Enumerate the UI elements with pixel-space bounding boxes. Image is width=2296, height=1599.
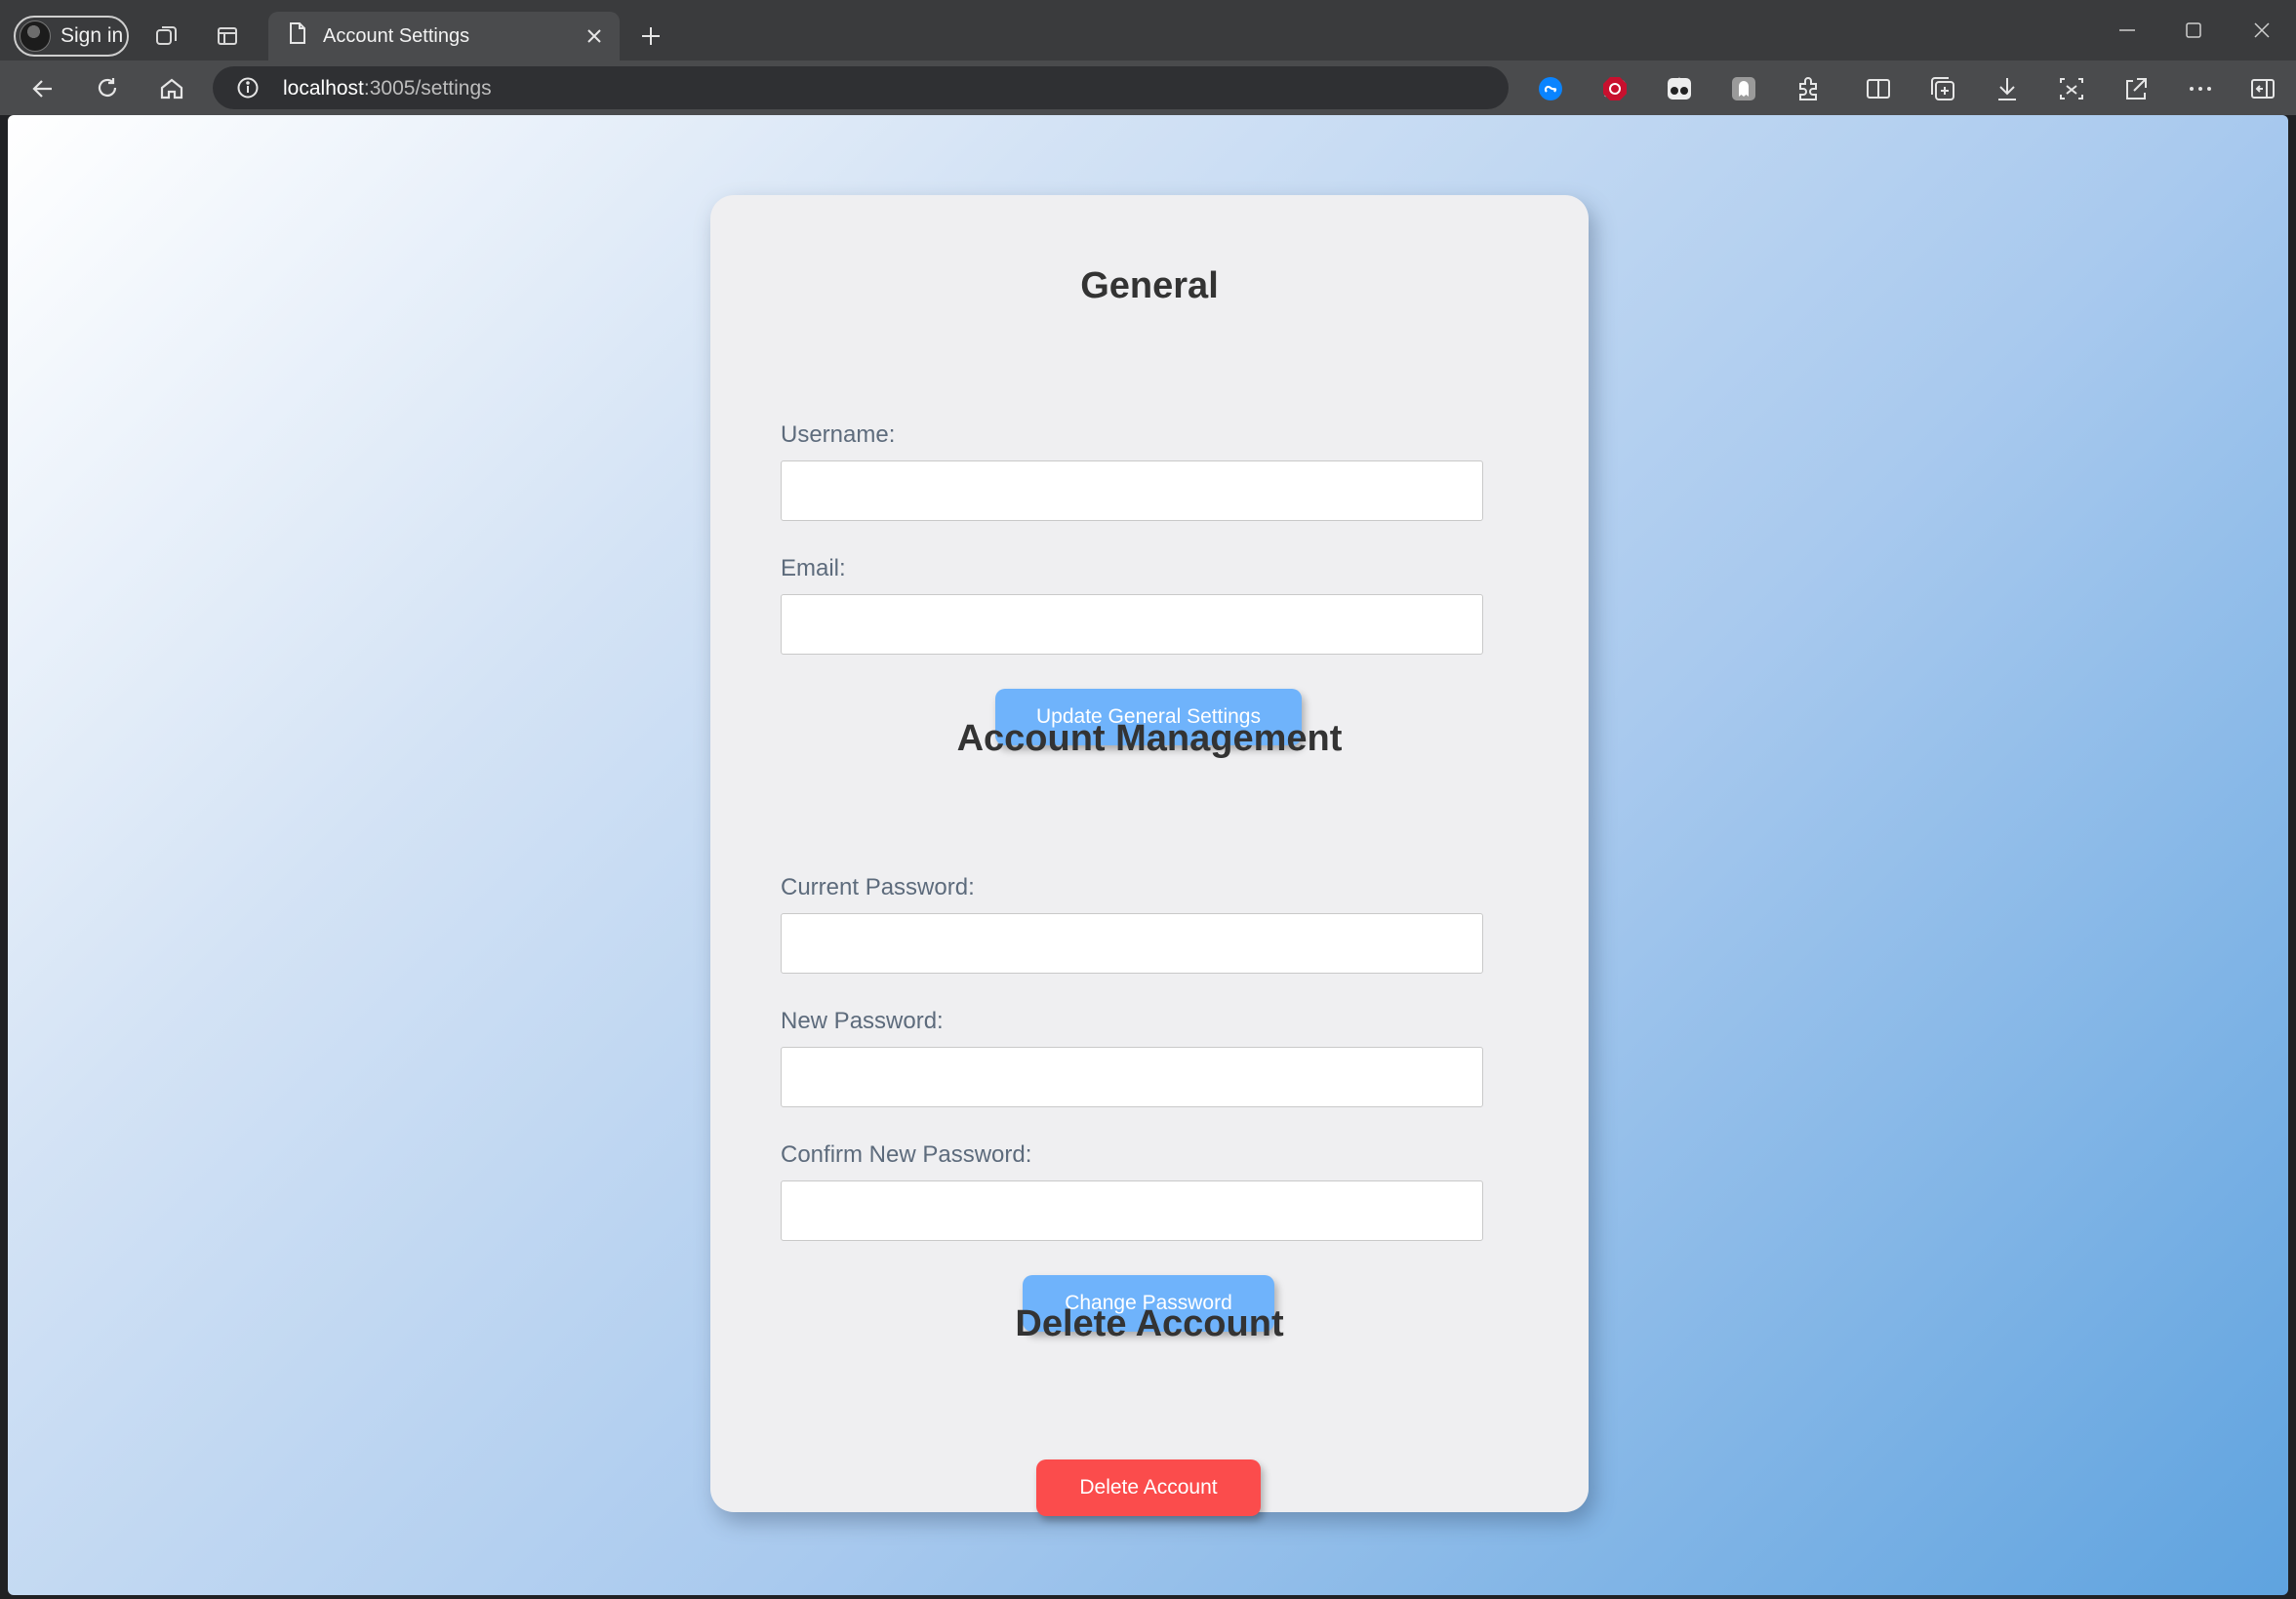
refresh-icon[interactable] xyxy=(92,73,123,104)
delete-account-button[interactable]: Delete Account xyxy=(1036,1459,1261,1516)
more-icon[interactable] xyxy=(2186,74,2215,103)
username-input[interactable] xyxy=(781,460,1483,521)
back-icon[interactable] xyxy=(27,73,59,104)
avatar xyxy=(20,20,51,52)
ghostery-extension-icon[interactable] xyxy=(1729,74,1758,103)
current-password-label: Current Password: xyxy=(781,874,975,900)
url-host: localhost xyxy=(283,77,364,100)
page-icon xyxy=(288,21,307,51)
page-viewport: General Username: Email: Update General … xyxy=(8,115,2288,1595)
new-password-label: New Password: xyxy=(781,1008,944,1034)
share-icon[interactable] xyxy=(2121,74,2151,103)
profile-label: Sign in xyxy=(60,24,124,47)
url-text: localhost:3005/settings xyxy=(283,77,492,100)
confirm-password-label: Confirm New Password: xyxy=(781,1141,1032,1168)
split-screen-icon[interactable] xyxy=(1864,74,1893,103)
username-label: Username: xyxy=(781,421,896,448)
general-heading: General xyxy=(1080,265,1219,306)
home-icon[interactable] xyxy=(156,73,187,104)
downloads-icon[interactable] xyxy=(1993,74,2022,103)
url-path: :3005/settings xyxy=(363,77,492,100)
browser-toolbar: localhost:3005/settings xyxy=(0,60,2296,115)
close-icon[interactable] xyxy=(583,24,606,48)
account-management-heading: Account Management xyxy=(956,718,1343,759)
shazam-extension-icon[interactable] xyxy=(1536,74,1565,103)
settings-card: General Username: Email: Update General … xyxy=(710,195,1589,1516)
email-input[interactable] xyxy=(781,594,1483,655)
sidebar-icon[interactable] xyxy=(2248,74,2277,103)
tab-account-settings[interactable]: Account Settings xyxy=(268,12,620,60)
address-bar[interactable]: localhost:3005/settings xyxy=(213,66,1692,109)
confirm-password-input[interactable] xyxy=(781,1180,1483,1241)
window-close-icon[interactable] xyxy=(2242,16,2281,45)
screenshot-icon[interactable] xyxy=(2057,74,2086,103)
delete-account-heading: Delete Account xyxy=(1015,1303,1284,1344)
extensions-puzzle-icon[interactable] xyxy=(1793,74,1823,103)
current-password-input[interactable] xyxy=(781,913,1483,974)
workspaces-icon[interactable] xyxy=(152,21,181,51)
new-tab-icon[interactable] xyxy=(636,21,665,51)
maximize-icon[interactable] xyxy=(2174,16,2213,45)
adblock-extension-icon[interactable] xyxy=(1600,74,1630,103)
browser-tab-bar: Sign in Account Settings xyxy=(0,0,2296,60)
tab-actions-icon[interactable] xyxy=(213,21,242,51)
glasses-extension-icon[interactable] xyxy=(1665,74,1694,103)
minimize-icon[interactable] xyxy=(2108,16,2147,45)
email-label: Email: xyxy=(781,555,846,581)
info-icon[interactable] xyxy=(236,76,260,100)
profile-button[interactable]: Sign in xyxy=(14,16,129,57)
tab-title: Account Settings xyxy=(323,24,470,47)
new-password-input[interactable] xyxy=(781,1047,1483,1107)
collections-icon[interactable] xyxy=(1928,74,1957,103)
